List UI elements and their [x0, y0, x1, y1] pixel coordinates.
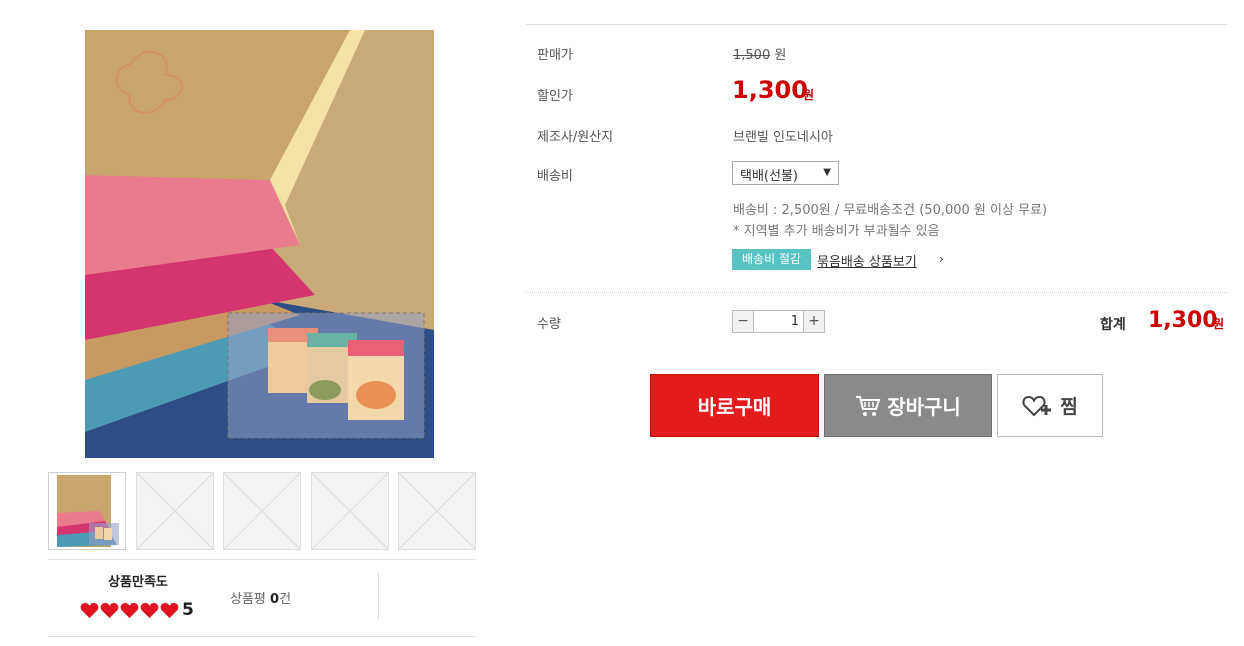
original-price-value: 1,500 [733, 48, 771, 63]
cart-icon [856, 395, 881, 416]
quantity-label: 수량 [537, 317, 561, 332]
total-price-unit: 원 [1213, 317, 1225, 331]
total-price-value: 1,300 [1148, 308, 1218, 333]
add-to-cart-label: 장바구니 [887, 395, 961, 419]
thumbnail-3-placeholder[interactable] [223, 472, 301, 550]
heart-icon [140, 602, 159, 618]
shipping-saving-badge: 배송비 절감 [732, 249, 811, 270]
shipping-label: 배송비 [537, 169, 573, 184]
sale-price-label: 할인가 [537, 89, 573, 104]
satisfaction-title: 상품만족도 [108, 575, 168, 590]
heart-icon [160, 602, 179, 618]
heart-plus-icon [1022, 395, 1052, 416]
total-label: 합계 [1100, 317, 1126, 333]
sale-price-value: 1,300 [732, 76, 808, 104]
review-count[interactable]: 상품평 0건 [230, 588, 291, 607]
product-main-image[interactable] [85, 30, 434, 458]
divider [378, 572, 379, 620]
quantity-decrease-button[interactable]: − [733, 311, 754, 332]
heart-icon [120, 602, 139, 618]
quantity-input[interactable]: 1 [754, 311, 803, 332]
buy-now-button[interactable]: 바로구매 [650, 374, 819, 437]
chevron-down-icon: ▼ [823, 167, 831, 178]
wishlist-label: 찜 [1060, 396, 1078, 418]
heart-icon [100, 602, 119, 618]
sale-price-unit: 원 [803, 88, 815, 102]
divider [526, 292, 1227, 293]
thumbnail-1[interactable] [48, 472, 126, 550]
divider [526, 24, 1227, 25]
heart-icon [80, 602, 99, 618]
wishlist-button[interactable]: 찜 [997, 374, 1103, 437]
satisfaction-score: 5 [182, 600, 194, 620]
review-count-value: 0 [270, 592, 280, 607]
shipping-extra-note: * 지역별 추가 배송비가 부과될수 있음 [733, 224, 940, 239]
chevron-right-icon[interactable]: › [939, 252, 944, 266]
review-count-unit: 건 [279, 592, 292, 607]
review-summary: 상품만족도 5 상품평 0건 [48, 559, 475, 637]
quantity-stepper: − 1 + [732, 310, 825, 333]
buy-now-label: 바로구매 [697, 395, 772, 419]
review-count-label: 상품평 [230, 592, 266, 607]
original-price-unit: 원 [774, 48, 787, 63]
add-to-cart-button[interactable]: 장바구니 [824, 374, 992, 437]
shipping-note: 배송비 : 2,500원 / 무료배송조건 (50,000 원 이상 무료) [733, 203, 1048, 218]
quantity-increase-button[interactable]: + [803, 311, 824, 332]
maker-value: 브랜빌 인도네시아 [733, 130, 833, 145]
shipping-select-value: 택배(선불) [740, 169, 798, 184]
maker-label: 제조사/원산지 [537, 130, 614, 145]
thumbnail-2-placeholder[interactable] [136, 472, 214, 550]
original-price: 1,500 원 [733, 44, 786, 63]
bundle-shipping-link[interactable]: 묶음배송 상품보기 [817, 251, 917, 270]
satisfaction-rating: 5 [80, 600, 194, 620]
shipping-select[interactable]: 택배(선불) ▼ [732, 161, 839, 185]
thumbnail-4-placeholder[interactable] [311, 472, 389, 550]
price-label: 판매가 [537, 48, 573, 63]
thumbnail-5-placeholder[interactable] [398, 472, 476, 550]
